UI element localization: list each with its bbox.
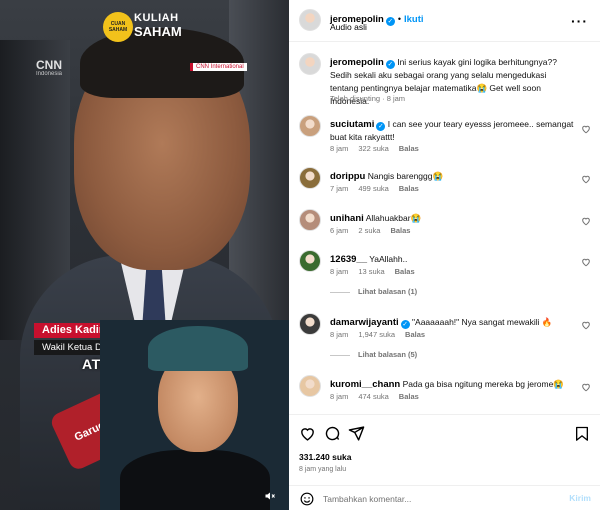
reply-button[interactable]: Balas: [399, 392, 419, 401]
commenter-avatar[interactable]: [299, 375, 321, 397]
network-logo: CNN: [36, 58, 62, 72]
author-avatar[interactable]: [299, 9, 321, 31]
comment-like-heart-icon[interactable]: [581, 213, 591, 226]
verified-badge-icon: ✓: [400, 320, 410, 329]
comment-meta: 8 jam 474 suka Balas: [330, 392, 429, 401]
comment-like-heart-icon[interactable]: [581, 254, 591, 267]
view-replies-label[interactable]: Lihat balasan (5): [358, 350, 417, 359]
commenter-username[interactable]: damarwijayanti: [330, 317, 399, 328]
reply-button[interactable]: Balas: [399, 184, 419, 193]
view-replies-label[interactable]: Lihat balasan (1): [358, 287, 417, 296]
view-replies-button[interactable]: Lihat balasan (5): [330, 350, 417, 359]
comment-time: 7 jam: [330, 184, 349, 193]
channel-logo-line2: SAHAM: [134, 24, 182, 39]
post-actions: 331.240 suka 8 jam yang lalu Kirim: [289, 414, 600, 510]
comment-likes[interactable]: 499 suka: [358, 184, 388, 193]
comment-meta: 6 jam 2 suka Balas: [330, 226, 420, 235]
channel-logo-text: KULIAH SAHAM: [134, 12, 182, 38]
like-heart-icon[interactable]: [299, 425, 317, 443]
reply-button[interactable]: Balas: [390, 226, 410, 235]
commenter-avatar[interactable]: [299, 209, 321, 231]
comment-likes[interactable]: 2 suka: [358, 226, 380, 235]
comment-body: dorippu Nangis barenggg😭: [330, 170, 575, 183]
send-comment-button[interactable]: Kirim: [569, 493, 591, 503]
verified-badge-icon: ✓: [385, 60, 395, 69]
save-bookmark-icon[interactable]: [574, 425, 592, 443]
comment-time: 8 jam: [330, 330, 349, 339]
comment-time: 6 jam: [330, 226, 349, 235]
commenter-username[interactable]: suciutami: [330, 119, 374, 130]
comment-like-heart-icon[interactable]: [581, 379, 591, 392]
comment-likes[interactable]: 322 suka: [358, 144, 388, 153]
commenter-username[interactable]: 12639__: [330, 254, 367, 265]
commenter-username[interactable]: dorippu: [330, 171, 365, 182]
network-intl-badge: CNN International: [190, 63, 247, 71]
network-logo-sub: Indonesia: [36, 71, 63, 77]
likes-count[interactable]: 331.240 suka: [299, 452, 351, 462]
caption-avatar[interactable]: [299, 53, 321, 75]
commenter-avatar[interactable]: [299, 167, 321, 189]
comment-meta: 8 jam 1,947 suka Balas: [330, 330, 435, 339]
video-player[interactable]: CUAN SAHAM KULIAH SAHAM CNN Indonesia CN…: [0, 0, 289, 510]
comment-like-heart-icon[interactable]: [581, 171, 591, 184]
comment-meta: 8 jam 322 suka Balas: [330, 144, 429, 153]
comment-time: 8 jam: [330, 144, 349, 153]
post-header: jeromepolin ✓ • Ikuti Audio asli ···: [289, 0, 600, 42]
comment-time: 8 jam: [330, 267, 349, 276]
caption-meta: Telah disunting · 8 jam: [330, 94, 406, 103]
reply-button[interactable]: Balas: [399, 144, 419, 153]
follow-button[interactable]: Ikuti: [404, 14, 424, 25]
comment-bubble-icon[interactable]: [324, 425, 342, 443]
comment-time: 8 jam: [330, 392, 349, 401]
commenter-username[interactable]: unihani: [330, 213, 364, 224]
verified-badge-icon: ✓: [376, 122, 386, 131]
comment-like-heart-icon[interactable]: [581, 317, 591, 330]
replies-line: [330, 291, 350, 293]
picture-in-picture-creator: [100, 320, 289, 510]
comment-meta: 8 jam 13 suka Balas: [330, 267, 425, 276]
comments-scroll[interactable]: jeromepolin ✓ Ini serius kayak gini logik…: [289, 43, 600, 413]
commenter-avatar[interactable]: [299, 313, 321, 335]
comment-like-heart-icon[interactable]: [581, 121, 591, 134]
comment-likes[interactable]: 1,947 suka: [358, 330, 395, 339]
audio-link[interactable]: Audio asli: [330, 22, 367, 32]
comment-likes[interactable]: 13 suka: [358, 267, 384, 276]
comment-text: Nangis barenggg😭: [367, 171, 444, 181]
commenter-avatar[interactable]: [299, 115, 321, 137]
separator-dot: •: [397, 14, 401, 24]
comment-body: 12639__ YaAllahh..: [330, 253, 575, 266]
caption-username[interactable]: jeromepolin: [330, 57, 384, 68]
comment-text: "Aaaaaaah!" Nya sangat mewakili 🔥: [412, 317, 553, 327]
comment-body: suciutami ✓ I can see your teary eyesss j…: [330, 118, 575, 144]
commenter-avatar[interactable]: [299, 250, 321, 272]
post-panel: jeromepolin ✓ • Ikuti Audio asli ··· jerome…: [289, 0, 600, 510]
comment-likes[interactable]: 474 suka: [358, 392, 388, 401]
comment-meta: 7 jam 499 suka Balas: [330, 184, 429, 193]
speaker-muted-icon[interactable]: [264, 490, 278, 504]
channel-logo-badge: CUAN SAHAM: [103, 12, 133, 42]
comment-body: kuromi__chann Pada ga bisa ngitung merek…: [330, 378, 575, 391]
posted-ago: 8 jam yang lalu: [299, 466, 347, 473]
comment-composer: Kirim: [289, 485, 600, 510]
comment-body: damarwijayanti ✓ "Aaaaaaah!" Nya sangat m…: [330, 316, 575, 329]
replies-line: [330, 354, 350, 356]
verified-badge-icon: ✓: [385, 17, 395, 26]
share-send-icon[interactable]: [348, 425, 366, 443]
comment-text: Allahuakbar😭: [365, 213, 422, 223]
comment-input[interactable]: [323, 491, 543, 507]
more-options-icon[interactable]: ···: [571, 13, 588, 29]
comment-body: unihani Allahuakbar😭: [330, 212, 575, 225]
creator-shirt: [120, 450, 270, 510]
reply-button[interactable]: Balas: [405, 330, 425, 339]
comment-text: YaAllahh..: [369, 254, 408, 264]
creator-cap: [148, 326, 248, 371]
comment-text: Pada ga bisa ngitung mereka bg jerome😭: [402, 379, 564, 389]
commenter-username[interactable]: kuromi__chann: [330, 379, 400, 390]
emoji-smiley-icon[interactable]: [300, 492, 314, 506]
view-replies-button[interactable]: Lihat balasan (1): [330, 287, 417, 296]
reply-button[interactable]: Balas: [395, 267, 415, 276]
